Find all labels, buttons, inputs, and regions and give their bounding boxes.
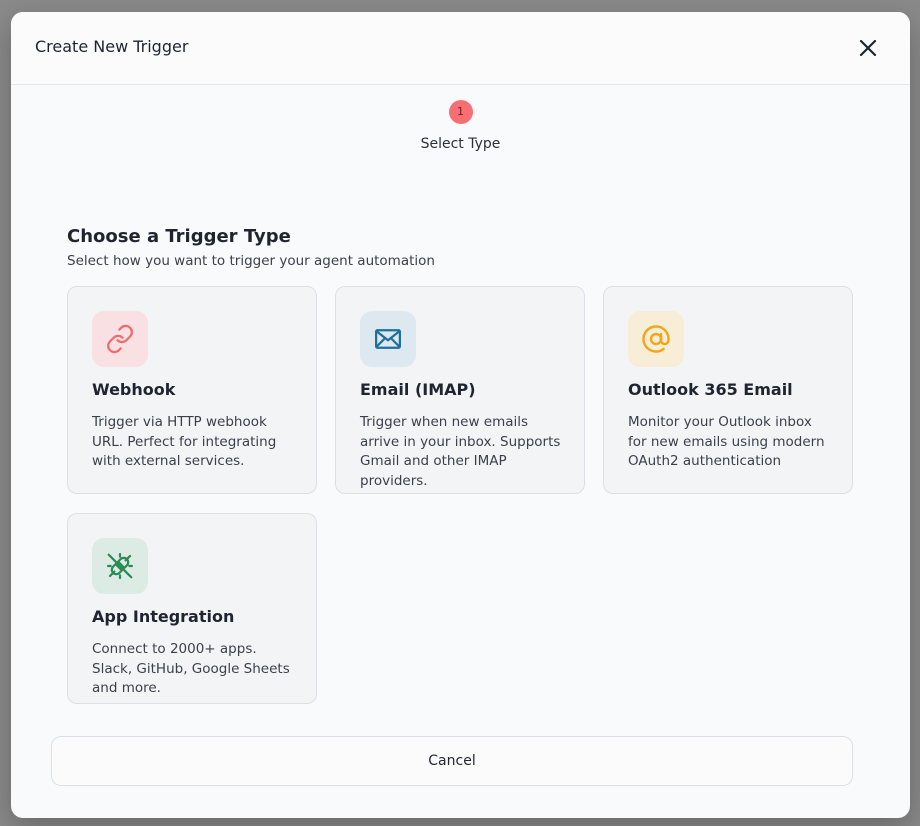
- dialog-header: Create New Trigger: [11, 12, 910, 85]
- webhook-icon-box: [92, 311, 148, 367]
- mail-icon: [375, 329, 401, 349]
- card-description: Trigger when new emails arrive in your i…: [360, 414, 561, 489]
- card-description: Connect to 2000+ apps. Slack, GitHub, Go…: [92, 641, 290, 696]
- plug-icon: [107, 553, 133, 579]
- close-icon: [859, 39, 877, 57]
- card-description: Trigger via HTTP webhook URL. Perfect fo…: [92, 414, 277, 469]
- trigger-card-webhook[interactable]: Webhook Trigger via HTTP webhook URL. Pe…: [67, 286, 317, 494]
- stepper: 1 Select Type: [11, 100, 910, 152]
- cancel-button[interactable]: Cancel: [51, 736, 853, 786]
- email-icon-box: [360, 311, 416, 367]
- create-trigger-dialog: Create New Trigger 1 Select Type Choose …: [11, 12, 910, 818]
- card-title: App Integration: [92, 607, 235, 626]
- app-integration-icon-box: [92, 538, 148, 594]
- trigger-type-section: Choose a Trigger Type Select how you wan…: [67, 226, 435, 269]
- step-number: 1: [448, 100, 473, 124]
- section-title: Choose a Trigger Type: [67, 226, 291, 247]
- step-label: Select Type: [420, 136, 501, 152]
- at-sign-icon: [642, 325, 670, 353]
- card-title: Outlook 365 Email: [628, 380, 793, 399]
- outlook-icon-box: [628, 311, 684, 367]
- card-title: Webhook: [92, 380, 176, 399]
- trigger-card-outlook-365[interactable]: Outlook 365 Email Monitor your Outlook i…: [603, 286, 853, 494]
- dialog-title: Create New Trigger: [35, 37, 189, 56]
- card-title: Email (IMAP): [360, 380, 476, 399]
- trigger-card-app-integration[interactable]: App Integration Connect to 2000+ apps. S…: [67, 513, 317, 704]
- section-subtitle: Select how you want to trigger your agen…: [67, 253, 435, 269]
- close-button[interactable]: [856, 36, 880, 60]
- trigger-card-email-imap[interactable]: Email (IMAP) Trigger when new emails arr…: [335, 286, 585, 494]
- card-description: Monitor your Outlook inbox for new email…: [628, 414, 825, 469]
- link-icon: [107, 324, 133, 354]
